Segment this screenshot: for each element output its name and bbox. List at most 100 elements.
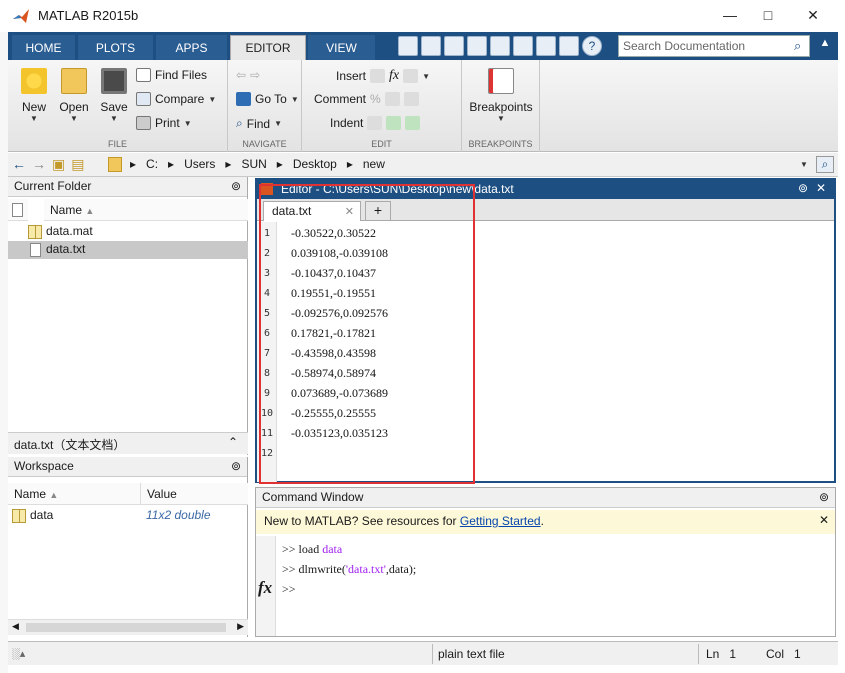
file-row[interactable]: data.txt — [8, 241, 248, 259]
dropdown-arrow-icon: ▼ — [274, 119, 282, 128]
path-separator-icon: ▸ — [276, 157, 283, 171]
browse-folder-icon[interactable]: ▤ — [71, 156, 84, 173]
scroll-left-icon[interactable]: ◀ — [12, 621, 19, 632]
forward-arrow-icon: ⇨ — [250, 68, 261, 82]
panel-actions-icon[interactable]: ⊚ — [231, 179, 241, 193]
new-button[interactable]: New ▼ — [14, 68, 54, 123]
getting-started-link[interactable]: Getting Started — [460, 514, 541, 528]
banner-text: New to MATLAB? See resources for — [264, 514, 460, 528]
panel-actions-icon[interactable]: ⊚ — [819, 490, 829, 504]
back-forward-nav[interactable]: ⇦ ⇨ — [236, 68, 260, 82]
path-breadcrumb[interactable]: ▸ C: ▸ Users ▸ SUN ▸ Desktop ▸ new — [130, 157, 385, 171]
tab-view[interactable]: VIEW — [308, 35, 376, 60]
editor-ribbon: New ▼ Open ▼ Save ▼ Find Files Compare ▼… — [8, 60, 838, 152]
back-icon[interactable]: ← — [12, 156, 26, 173]
file-detail-bar[interactable]: data.txt（文本文档） ⌃ — [8, 432, 248, 454]
insert-button[interactable]: Insert fx ▼ — [336, 68, 430, 84]
print-button[interactable]: Print ▼ — [136, 116, 192, 130]
workspace-title: Workspace — [14, 459, 74, 473]
select-column — [8, 199, 28, 221]
maximize-button[interactable]: □ — [745, 0, 791, 30]
command-window: Command Window ⊚ New to MATLAB? See reso… — [255, 487, 836, 637]
back-arrow-icon: ⇦ — [236, 68, 247, 82]
copy-icon[interactable] — [467, 36, 487, 56]
title-bar: MATLAB R2015b ― □ ✕ — [0, 0, 845, 32]
redo-icon[interactable] — [536, 36, 556, 56]
command-arg: data — [322, 542, 343, 556]
compare-button[interactable]: Compare ▼ — [136, 92, 216, 106]
command-history-line: >> load data — [282, 542, 342, 557]
address-bar: ← → ▣ ▤ ▸ C: ▸ Users ▸ SUN ▸ Desktop ▸ n… — [8, 153, 838, 177]
name-column-header[interactable]: Name ▲ — [44, 199, 248, 221]
uncomment-icon — [384, 92, 400, 106]
collapse-detail-icon[interactable]: ⌃ — [228, 435, 238, 449]
fx-icon[interactable]: fx — [258, 578, 272, 598]
path-dropdown-icon[interactable]: ▼ — [800, 160, 808, 169]
current-folder-header: Current Folder ⊚ — [8, 177, 247, 197]
save-button[interactable]: Save ▼ — [94, 68, 134, 123]
horizontal-scrollbar[interactable]: ◀ ▶ — [8, 619, 248, 635]
path-segment[interactable]: C: — [146, 157, 158, 171]
paste-icon[interactable] — [490, 36, 510, 56]
command-window-header: Command Window ⊚ — [256, 488, 835, 508]
command-text: load — [298, 542, 323, 556]
dropdown-arrow-icon: ▼ — [208, 94, 217, 104]
workspace-var-row[interactable]: data 11x2 double — [8, 507, 248, 525]
tab-apps[interactable]: APPS — [156, 35, 228, 60]
path-segment[interactable]: SUN — [241, 157, 266, 171]
file-row[interactable]: data.mat — [8, 223, 248, 241]
go-to-button[interactable]: Go To ▼ — [236, 92, 299, 106]
close-banner-icon[interactable]: ✕ — [819, 513, 829, 527]
undo-icon[interactable] — [513, 36, 533, 56]
fx-icon: fx — [389, 68, 400, 83]
forward-icon[interactable]: → — [32, 156, 46, 173]
panel-actions-icon[interactable]: ⊚ — [231, 459, 241, 473]
comment-button[interactable]: Comment % — [314, 92, 419, 106]
search-folder-icon[interactable]: ⌕ — [816, 156, 834, 173]
scroll-right-icon[interactable]: ▶ — [237, 621, 244, 632]
navigate-section-label: NAVIGATE — [242, 139, 287, 149]
dropdown-arrow-icon: ▼ — [290, 94, 299, 104]
path-separator-icon: ▸ — [130, 157, 137, 171]
insert-label: Insert — [336, 69, 367, 83]
collapse-ribbon-icon[interactable]: ▲ — [816, 37, 834, 55]
close-editor-icon[interactable]: ✕ — [816, 181, 826, 195]
folder-icon — [108, 157, 122, 172]
find-files-button[interactable]: Find Files — [136, 68, 207, 82]
file-type-status: plain text file — [438, 647, 505, 661]
save-label: Save — [100, 100, 128, 114]
search-documentation-input[interactable]: Search Documentation — [618, 35, 810, 57]
command-input[interactable]: >> — [282, 582, 296, 597]
ws-name-column-header[interactable]: Name ▲ — [8, 483, 140, 505]
panel-actions-icon[interactable]: ⊚ — [798, 181, 808, 195]
tab-home[interactable]: HOME — [12, 35, 76, 60]
command-gutter: fx — [256, 536, 276, 636]
sort-asc-icon: ▲ — [85, 206, 95, 216]
save-icon[interactable] — [421, 36, 441, 56]
workspace-header: Workspace ⊚ — [8, 457, 247, 477]
ws-value-column-header[interactable]: Value — [140, 483, 248, 505]
path-segment[interactable]: new — [363, 157, 385, 171]
file-section-label: FILE — [107, 139, 127, 149]
edit-section: Insert fx ▼ Comment % Indent EDIT — [302, 60, 462, 152]
open-button[interactable]: Open ▼ — [54, 68, 94, 123]
tab-plots[interactable]: PLOTS — [78, 35, 154, 60]
search-icon[interactable]: ⌕ — [794, 38, 801, 54]
status-grip-icon[interactable]: ░▴ — [12, 647, 25, 660]
path-segment[interactable]: Desktop — [293, 157, 337, 171]
indent-button[interactable]: Indent — [330, 116, 421, 130]
path-segment[interactable]: Users — [184, 157, 215, 171]
tab-editor[interactable]: EDITOR — [230, 35, 306, 60]
cut-icon[interactable] — [444, 36, 464, 56]
status-bar: ░▴ plain text file Ln 1 Col 1 — [8, 641, 838, 665]
help-icon[interactable]: ? — [582, 36, 602, 56]
scroll-thumb[interactable] — [26, 623, 226, 632]
switch-windows-icon[interactable] — [559, 36, 579, 56]
dropdown-arrow-icon: ▼ — [497, 114, 505, 123]
close-window-button[interactable]: ✕ — [790, 0, 836, 30]
breakpoints-button[interactable]: Breakpoints ▼ — [466, 68, 536, 123]
matrix-icon — [12, 509, 26, 523]
layout-icon[interactable] — [398, 36, 418, 56]
up-folder-icon[interactable]: ▣ — [52, 156, 65, 173]
find-button[interactable]: ⌕ Find ▼ — [236, 116, 282, 131]
